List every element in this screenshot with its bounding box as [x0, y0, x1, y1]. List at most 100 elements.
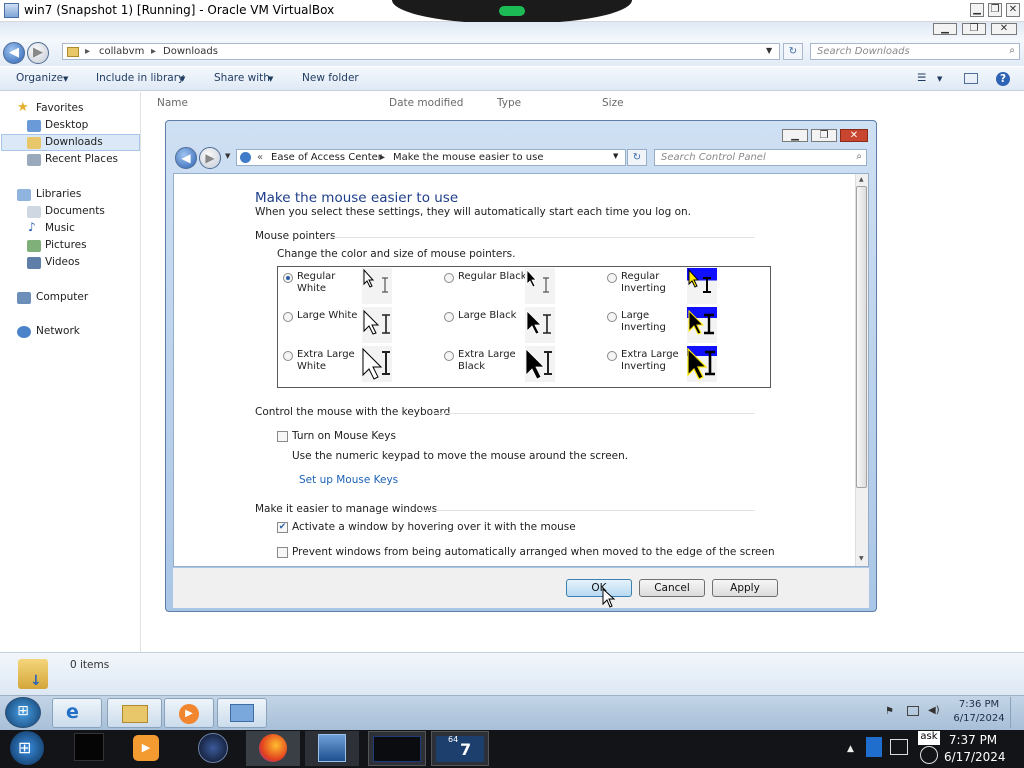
- dialog-back-button[interactable]: ◀: [175, 147, 197, 169]
- dialog-maximize-button[interactable]: ❐: [811, 129, 837, 142]
- breadcrumb-collabvm[interactable]: collabvm: [99, 46, 144, 57]
- include-library-button[interactable]: Include in library: [96, 72, 184, 84]
- explorer-address-field[interactable]: ▸ collabvm ▸ Downloads ▼: [62, 43, 780, 60]
- label-extra-large-black[interactable]: Extra Large Black: [458, 349, 520, 373]
- scroll-down-icon[interactable]: ▼: [859, 555, 864, 562]
- nav-downloads[interactable]: Downloads: [45, 136, 103, 148]
- radio-regular-inverting[interactable]: [607, 273, 617, 283]
- mouse-keys-label[interactable]: Turn on Mouse Keys: [292, 430, 396, 442]
- column-size[interactable]: Size: [602, 97, 624, 109]
- host-taskbar-window-1[interactable]: [368, 731, 426, 766]
- column-type[interactable]: Type: [497, 97, 521, 109]
- radio-extra-large-black[interactable]: [444, 351, 454, 361]
- nav-music[interactable]: Music: [45, 222, 75, 234]
- explorer-forward-button[interactable]: ▶: [27, 42, 49, 64]
- radio-extra-large-white[interactable]: [283, 351, 293, 361]
- nav-network[interactable]: Network: [36, 325, 80, 337]
- help-icon[interactable]: ?: [996, 72, 1010, 86]
- label-large-black[interactable]: Large Black: [458, 310, 520, 322]
- label-regular-inverting[interactable]: Regular Inverting: [621, 271, 683, 295]
- explorer-minimize-button[interactable]: ▁: [933, 23, 957, 35]
- new-folder-button[interactable]: New folder: [302, 72, 359, 84]
- ok-button[interactable]: OK: [566, 579, 632, 597]
- vm-tray-volume-icon[interactable]: ◀): [928, 705, 940, 716]
- mouse-keys-checkbox[interactable]: [277, 431, 288, 442]
- nav-videos[interactable]: Videos: [45, 256, 80, 268]
- hover-activate-checkbox[interactable]: ✔: [277, 522, 288, 533]
- radio-regular-black[interactable]: [444, 273, 454, 283]
- radio-extra-large-inverting[interactable]: [607, 351, 617, 361]
- radio-regular-white[interactable]: [283, 273, 293, 283]
- dialog-close-button[interactable]: ✕: [840, 129, 868, 142]
- nav-favorites[interactable]: Favorites: [36, 102, 83, 114]
- scroll-thumb[interactable]: [856, 186, 867, 488]
- column-date-modified[interactable]: Date modified: [389, 97, 463, 109]
- explorer-search-input[interactable]: Search Downloads ⌕: [810, 43, 1020, 60]
- prevent-arrange-label[interactable]: Prevent windows from being automatically…: [292, 546, 775, 558]
- host-clock-time[interactable]: 7:37 PM: [946, 733, 1000, 747]
- vm-clock-time[interactable]: 7:36 PM: [956, 699, 1002, 710]
- explorer-close-button[interactable]: ✕: [991, 23, 1017, 35]
- radio-large-white[interactable]: [283, 312, 293, 322]
- view-options-icon[interactable]: ☰: [917, 72, 926, 84]
- vm-taskbar-control-panel[interactable]: [217, 698, 267, 728]
- nav-documents[interactable]: Documents: [45, 205, 105, 217]
- share-with-button[interactable]: Share with: [214, 72, 270, 84]
- label-regular-white[interactable]: Regular White: [297, 271, 359, 295]
- label-extra-large-white[interactable]: Extra Large White: [297, 349, 359, 373]
- breadcrumb-ease-of-access[interactable]: Ease of Access Center: [271, 152, 382, 163]
- vm-tray-network-icon[interactable]: [907, 706, 919, 716]
- tray-ask-badge[interactable]: ask: [918, 731, 940, 745]
- column-name[interactable]: Name: [157, 97, 188, 109]
- dialog-history-arrow-icon[interactable]: ▼: [225, 152, 230, 160]
- tray-display-icon[interactable]: [890, 739, 908, 755]
- label-large-inverting[interactable]: Large Inverting: [621, 310, 683, 334]
- host-terminal-icon[interactable]: [74, 733, 104, 761]
- nav-libraries[interactable]: Libraries: [36, 188, 81, 200]
- dialog-address-field[interactable]: « Ease of Access Center ▸ Make the mouse…: [236, 149, 626, 166]
- host-minimize-button[interactable]: ▁: [970, 3, 984, 17]
- preview-pane-icon[interactable]: [964, 73, 978, 84]
- host-restore-button[interactable]: ❐: [988, 3, 1002, 17]
- label-large-white[interactable]: Large White: [297, 310, 359, 322]
- host-obs-icon[interactable]: [198, 733, 228, 763]
- tray-app-icon[interactable]: [866, 737, 882, 757]
- host-clock-date[interactable]: 6/17/2024: [944, 750, 1006, 764]
- nav-recent-places[interactable]: Recent Places: [45, 153, 118, 165]
- dialog-minimize-button[interactable]: ▁: [782, 129, 808, 142]
- host-taskbar-window-2[interactable]: 64 7: [431, 731, 489, 766]
- breadcrumb-make-mouse-easier[interactable]: Make the mouse easier to use: [393, 152, 543, 163]
- explorer-back-button[interactable]: ◀: [3, 42, 25, 64]
- vm-tray-flag-icon[interactable]: ⚑: [885, 706, 894, 717]
- radio-large-black[interactable]: [444, 312, 454, 322]
- dialog-refresh-button[interactable]: ↻: [627, 149, 647, 166]
- label-regular-black[interactable]: Regular Black: [458, 271, 528, 283]
- explorer-maximize-button[interactable]: ❐: [962, 23, 986, 35]
- tray-security-icon[interactable]: [920, 746, 938, 764]
- control-panel-search-input[interactable]: Search Control Panel ⌕: [654, 149, 867, 166]
- dialog-forward-button[interactable]: ▶: [199, 147, 221, 169]
- vm-taskbar-explorer[interactable]: [107, 698, 162, 728]
- dialog-address-dropdown-icon[interactable]: ▼: [613, 152, 618, 160]
- hover-activate-label[interactable]: Activate a window by hovering over it wi…: [292, 521, 576, 533]
- nav-desktop[interactable]: Desktop: [45, 119, 88, 131]
- nav-pictures[interactable]: Pictures: [45, 239, 87, 251]
- breadcrumb-overflow-icon[interactable]: «: [257, 152, 263, 163]
- vm-clock-date[interactable]: 6/17/2024: [953, 713, 1005, 724]
- view-arrow-icon[interactable]: ▼: [937, 75, 942, 83]
- dropdown-arrow-icon[interactable]: ▼: [766, 46, 772, 55]
- nav-computer[interactable]: Computer: [36, 291, 88, 303]
- vm-taskbar-ie[interactable]: e: [52, 698, 102, 728]
- scroll-up-icon[interactable]: ▲: [859, 176, 864, 183]
- prevent-arrange-checkbox[interactable]: [277, 547, 288, 558]
- apply-button[interactable]: Apply: [712, 579, 778, 597]
- tray-overflow-icon[interactable]: ▲: [847, 744, 854, 754]
- radio-large-inverting[interactable]: [607, 312, 617, 322]
- vm-taskbar-media[interactable]: ▶: [164, 698, 214, 728]
- cancel-button[interactable]: Cancel: [639, 579, 705, 597]
- vm-show-desktop-button[interactable]: [1010, 697, 1022, 728]
- organize-button[interactable]: Organize: [16, 72, 63, 84]
- label-extra-large-inverting[interactable]: Extra Large Inverting: [621, 349, 683, 373]
- host-close-button[interactable]: ✕: [1006, 3, 1020, 17]
- explorer-refresh-button[interactable]: ↻: [783, 43, 803, 60]
